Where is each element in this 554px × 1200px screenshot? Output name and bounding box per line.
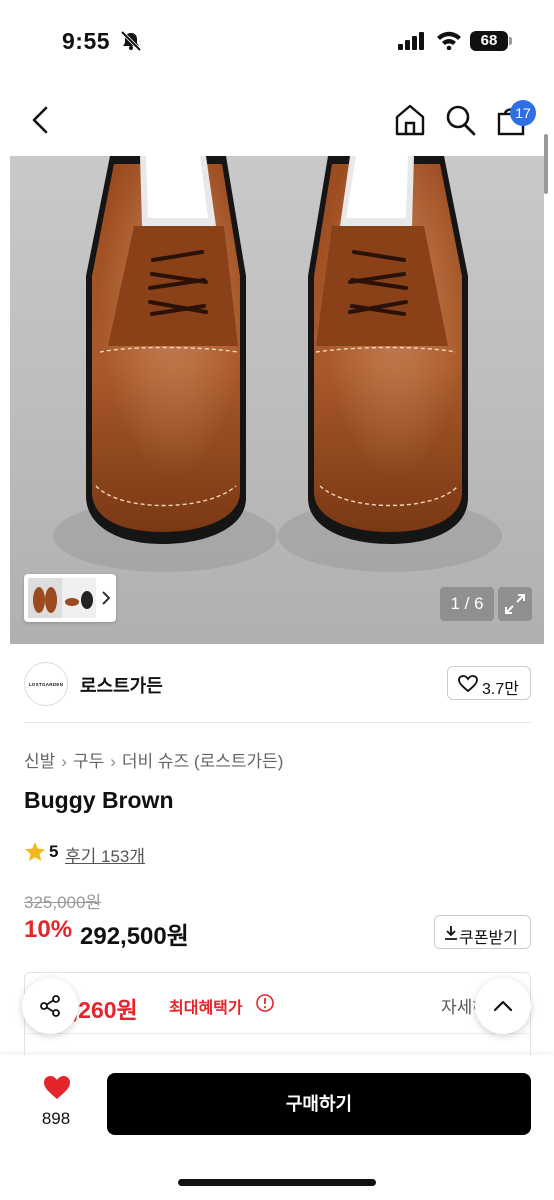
divider xyxy=(25,1033,530,1034)
bottom-purchase-bar: 898 구매하기 xyxy=(0,1055,554,1200)
star-icon xyxy=(24,841,46,868)
wishlist-count: 898 xyxy=(41,1109,71,1128)
chevron-up-icon xyxy=(493,1000,513,1012)
brand-row: LOSTGARDEN 로스트가든 3.7만 xyxy=(0,656,554,714)
share-icon xyxy=(40,995,60,1017)
max-benefit-label: 최대혜택가 xyxy=(169,1000,243,1017)
breadcrumb: 신발 › 구두 › 더비 슈즈 (로스트가든) xyxy=(24,747,283,772)
breadcrumb-item[interactable]: 신발 xyxy=(24,752,55,771)
breadcrumb-item[interactable]: 구두 xyxy=(73,752,104,771)
divider xyxy=(24,722,531,723)
discount-rate: 10% xyxy=(24,916,73,943)
battery-indicator: 68 xyxy=(470,31,508,51)
buy-button[interactable]: 구매하기 xyxy=(107,1073,531,1135)
product-image[interactable] xyxy=(10,156,544,644)
image-page-indicator: 1 / 6 xyxy=(440,587,494,621)
top-navigation xyxy=(0,92,554,148)
coupon-label: 쿠폰받기 xyxy=(459,930,518,947)
coupon-button[interactable]: 쿠폰받기 xyxy=(434,915,531,949)
cart-count-badge: 17 xyxy=(510,100,536,126)
chevron-right-icon[interactable] xyxy=(100,588,112,613)
heart-filled-icon[interactable] xyxy=(43,1075,71,1106)
back-icon[interactable] xyxy=(26,102,54,143)
heart-outline-icon xyxy=(458,675,478,698)
brand-name[interactable]: 로스트가든 xyxy=(80,672,163,698)
search-icon[interactable] xyxy=(444,102,478,143)
original-price: 325,000원 xyxy=(24,893,102,912)
breadcrumb-item[interactable]: 더비 슈즈 (로스트가든) xyxy=(122,752,284,771)
scroll-indicator[interactable] xyxy=(544,134,548,194)
chevron-right-icon: › xyxy=(110,752,116,771)
bell-muted-icon xyxy=(120,30,142,56)
battery-cap xyxy=(509,37,512,45)
home-indicator xyxy=(178,1179,376,1186)
product-title: Buggy Brown xyxy=(24,787,174,813)
max-benefit-box[interactable]: 0,260원 최대혜택가 자세히 xyxy=(24,972,531,1062)
info-icon[interactable] xyxy=(255,993,275,1018)
sale-price: 292,500원 xyxy=(80,923,189,950)
scroll-top-button[interactable] xyxy=(475,978,531,1034)
status-bar: 9:55 68 xyxy=(0,0,554,86)
thumbnail-side-shoes[interactable] xyxy=(62,578,96,618)
brand-logo[interactable]: LOSTGARDEN xyxy=(24,662,68,706)
shoe-photo xyxy=(53,156,502,572)
brand-like-button[interactable]: 3.7만 xyxy=(447,666,531,700)
reviews-link[interactable]: 후기 153개 xyxy=(65,842,145,867)
thumbnail-brown-shoes[interactable] xyxy=(28,578,62,618)
share-button[interactable] xyxy=(22,978,78,1034)
home-icon[interactable] xyxy=(393,102,427,143)
chevron-right-icon: › xyxy=(61,752,67,771)
brand-like-count: 3.7만 xyxy=(482,681,519,698)
rating-value: 5 xyxy=(49,842,59,861)
wifi-icon xyxy=(436,30,462,55)
thumbnail-strip[interactable] xyxy=(24,574,116,622)
download-icon xyxy=(444,925,458,946)
status-time: 9:55 xyxy=(62,28,111,54)
expand-image-button[interactable] xyxy=(498,587,532,621)
expand-icon xyxy=(505,594,525,614)
cellular-signal-icon xyxy=(398,32,426,55)
